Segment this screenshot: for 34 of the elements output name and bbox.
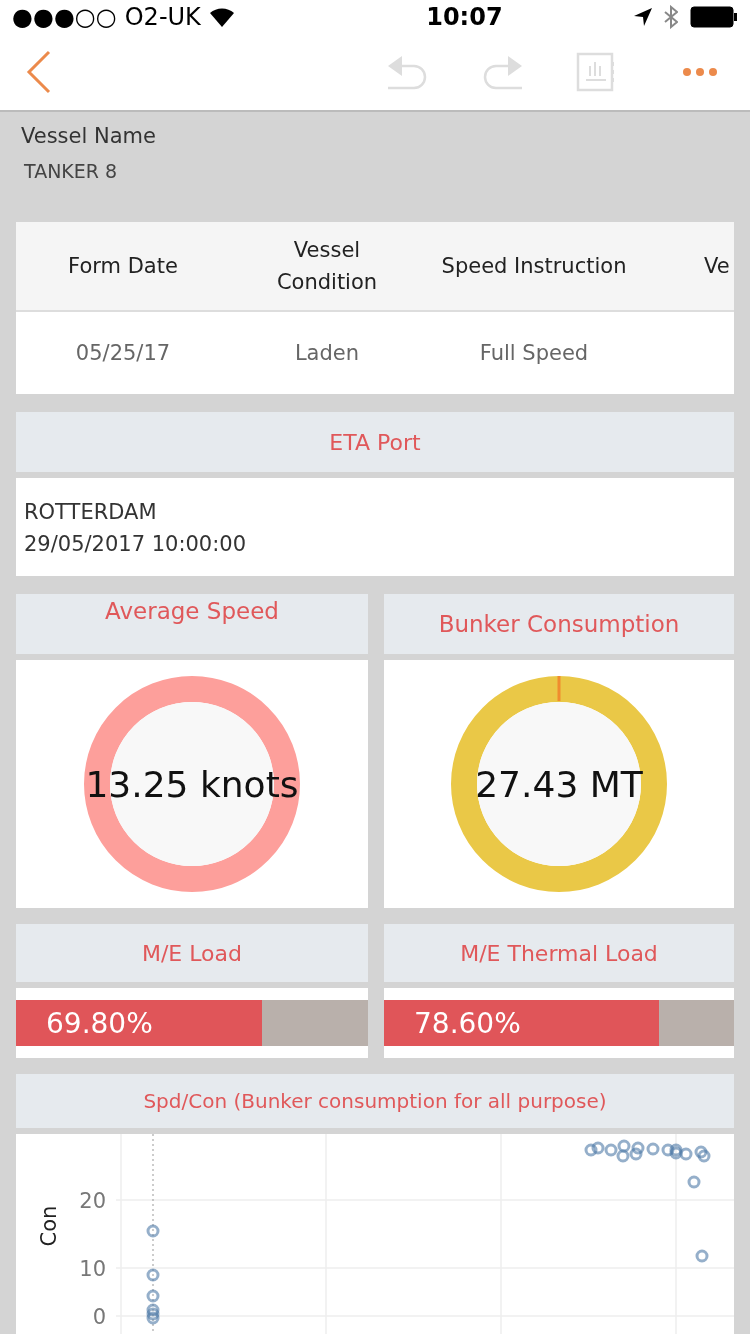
section-header: M/E Load <box>16 924 368 982</box>
y-axis-label: Con <box>37 1205 61 1247</box>
battery-icon <box>690 6 738 29</box>
signal-strength: ●●●○○ <box>12 3 117 32</box>
table-cell-text: Full Speed <box>478 341 590 365</box>
eta-text: 29/05/2017 10:00:00 <box>24 531 248 558</box>
status-time: 10:07 <box>426 3 503 32</box>
gauge-value: 13.25 knots <box>85 763 299 805</box>
y-tick-label: 20 <box>79 1189 106 1213</box>
carrier-name: O2-UK <box>124 3 201 32</box>
column-header: Ve <box>703 253 731 280</box>
column-header: Vessel Condition <box>275 237 379 296</box>
column-header: Form Date <box>67 253 179 280</box>
section-header: ETA Port <box>16 412 734 472</box>
eta-text: ROTTERDAM <box>24 499 158 526</box>
table-cell-text: 05/25/17 <box>74 341 172 365</box>
progress-fill: 69.80% <box>16 1000 262 1046</box>
back-chevron-icon <box>26 50 52 95</box>
more-icon <box>682 67 718 78</box>
vessel-name-value: TANKER 8 <box>24 160 119 182</box>
section-header: Spd/Con (Bunker consumption for all purpose) <box>16 1074 734 1128</box>
section-header: Bunker Consumption <box>384 594 734 654</box>
y-tick-label: 0 <box>92 1305 106 1329</box>
column-header: Speed Instruction <box>440 253 628 280</box>
wifi-icon <box>208 7 235 28</box>
chart-book-icon <box>576 52 616 93</box>
y-tick-label: 10 <box>79 1257 106 1281</box>
table-cell-text: Laden <box>293 341 361 365</box>
section-header: M/E Thermal Load <box>384 924 734 982</box>
location-arrow-icon <box>634 8 652 27</box>
progress-fill: 78.60% <box>384 1000 660 1046</box>
section-header: Average Speed <box>16 594 368 654</box>
vessel-name-label: Vessel Name <box>21 124 157 148</box>
bluetooth-icon <box>664 5 678 30</box>
